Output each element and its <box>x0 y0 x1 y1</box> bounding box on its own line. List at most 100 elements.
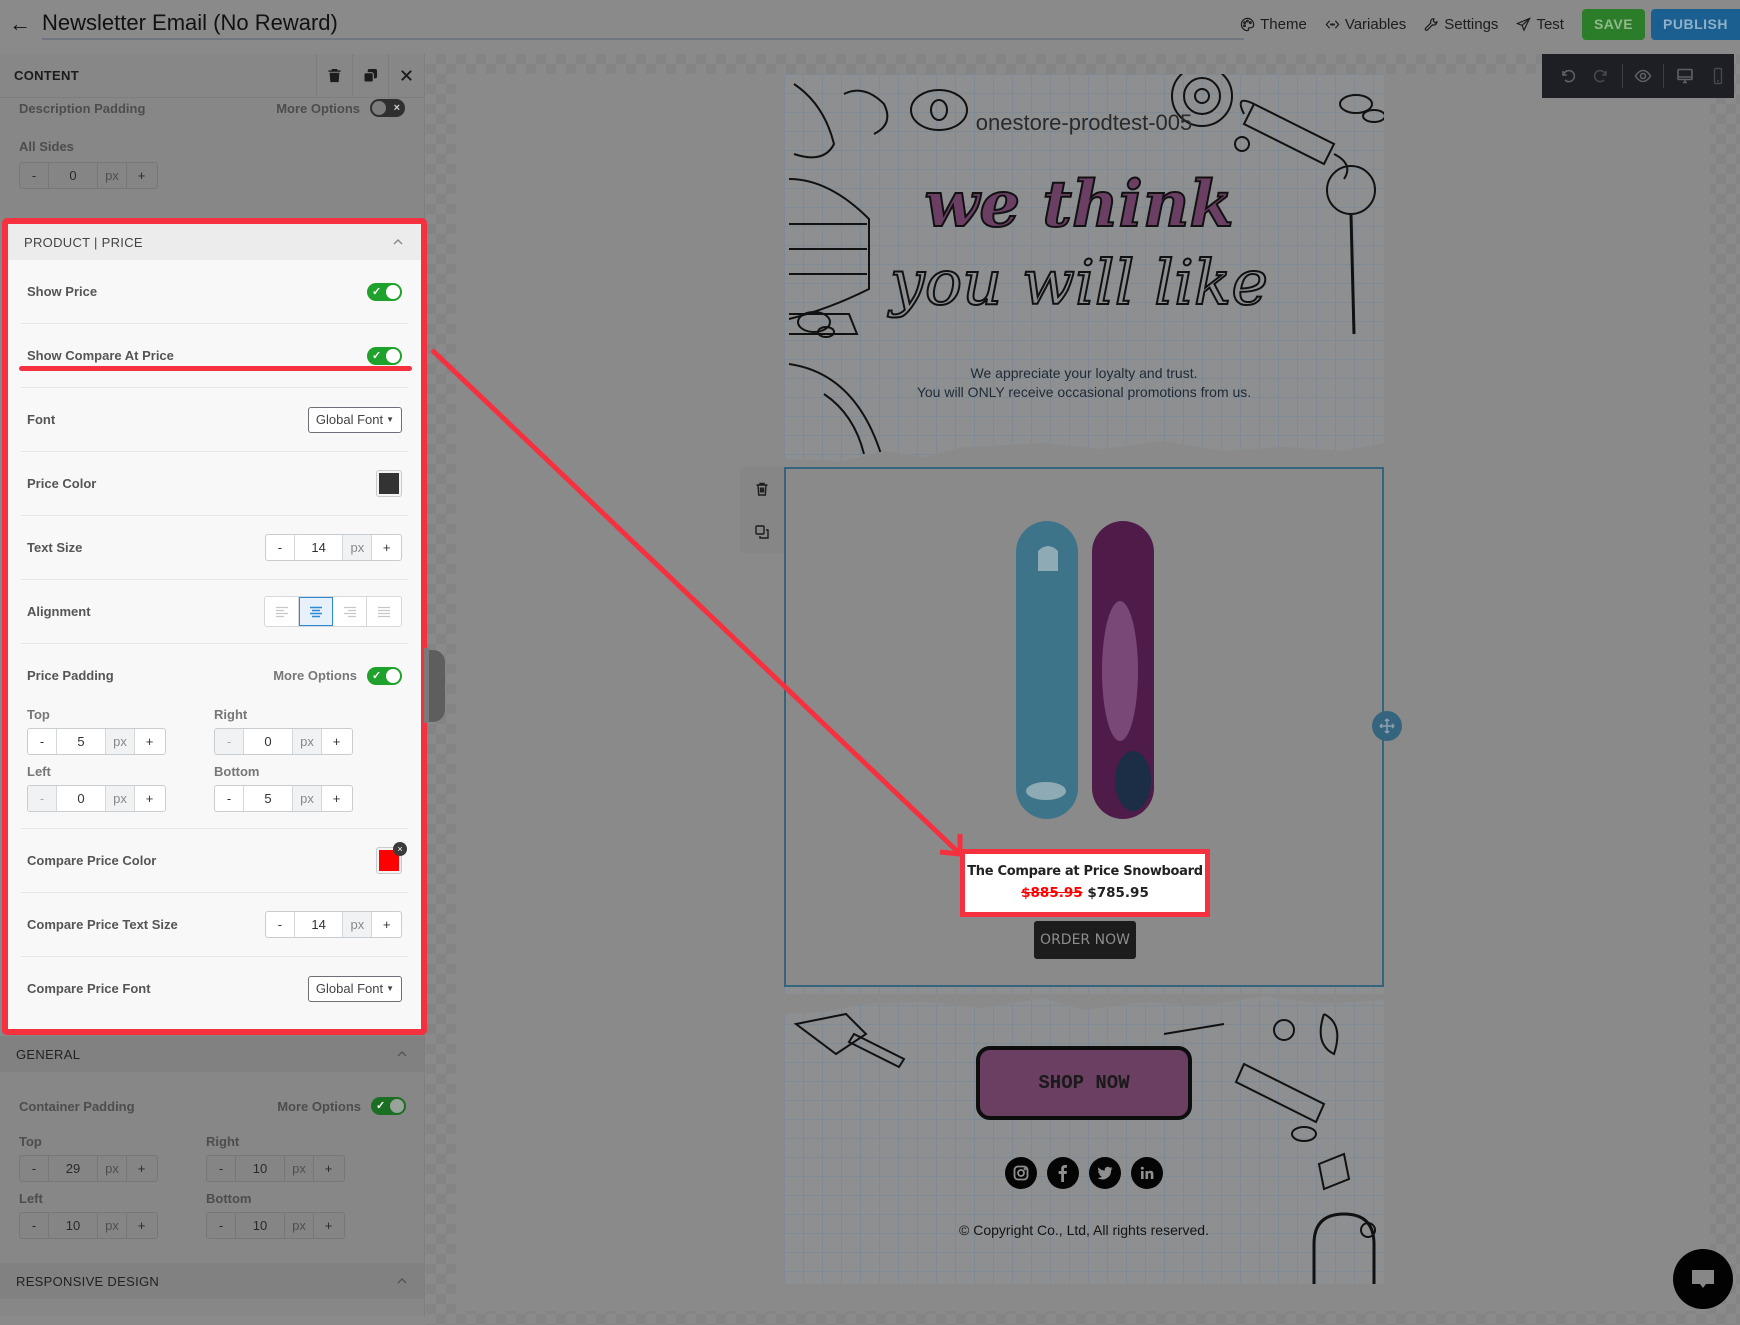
increment-button[interactable]: + <box>322 786 351 811</box>
shop-now-button[interactable]: SHOP NOW <box>976 1046 1192 1120</box>
general-section: GENERAL Container Padding More Options ✓… <box>0 1036 424 1299</box>
chevron-up-icon[interactable] <box>395 1047 409 1061</box>
test-link[interactable]: Test <box>1516 16 1564 33</box>
unit-label: px <box>285 1156 314 1181</box>
increment-button[interactable]: + <box>127 1156 156 1181</box>
appreciation-line-1: We appreciate your loyalty and trust. <box>970 365 1198 381</box>
price-color-row: Price Color <box>8 452 421 515</box>
show-price-toggle[interactable]: ✓ <box>367 282 402 301</box>
product-price-section-header[interactable]: PRODUCT | PRICE <box>8 224 421 260</box>
twitter-icon[interactable] <box>1089 1157 1121 1189</box>
duplicate-icon <box>755 524 769 539</box>
increment-button[interactable]: + <box>314 1213 343 1238</box>
facebook-icon[interactable] <box>1047 1157 1079 1189</box>
text-size-decrement[interactable]: - <box>266 535 295 560</box>
font-dropdown[interactable]: Global Font ▼ <box>307 406 402 433</box>
instagram-icon[interactable] <box>1005 1157 1037 1189</box>
right-label: Right <box>206 1134 240 1149</box>
linkedin-glyph <box>1140 1166 1154 1179</box>
container-left-input[interactable]: 10 <box>49 1213 98 1238</box>
product-block[interactable]: The Compare at Price Snowboard $885.95 $… <box>784 467 1384 987</box>
responsive-section-header[interactable]: RESPONSIVE DESIGN <box>0 1263 424 1299</box>
price-padding-more-options-toggle[interactable]: ✓ <box>367 666 402 685</box>
increment-button[interactable]: + <box>322 729 351 754</box>
redo-icon <box>1594 69 1608 83</box>
align-right-button[interactable] <box>333 597 367 626</box>
delete-block-button[interactable] <box>740 467 784 510</box>
redo-button[interactable] <box>1585 54 1618 98</box>
variables-link[interactable]: Variables <box>1325 16 1406 33</box>
compare-size-input[interactable]: 14 <box>295 912 344 937</box>
price-top-input[interactable]: 5 <box>57 729 106 754</box>
text-size-input[interactable]: 14 <box>295 535 344 560</box>
decrement-button[interactable]: - <box>20 1156 49 1181</box>
decrement-button[interactable]: - <box>207 1156 236 1181</box>
panel-close-button[interactable] <box>388 54 424 98</box>
decrement-button[interactable]: - <box>207 1213 236 1238</box>
price-left-input[interactable]: 0 <box>57 786 106 811</box>
order-now-button[interactable]: ORDER NOW <box>1034 921 1136 959</box>
email-title[interactable]: Newsletter Email (No Reward) <box>42 8 1244 40</box>
align-center-button[interactable] <box>299 597 333 626</box>
theme-link[interactable]: Theme <box>1240 16 1307 33</box>
duplicate-block-button[interactable] <box>740 510 784 553</box>
container-bottom-input[interactable]: 10 <box>236 1213 285 1238</box>
panel-scrollbar[interactable] <box>424 648 429 723</box>
chat-icon <box>1692 1270 1714 1288</box>
text-size-label: Text Size <box>27 540 83 555</box>
increment-button[interactable]: + <box>314 1156 343 1181</box>
text-size-increment[interactable]: + <box>372 535 401 560</box>
panel-duplicate-button[interactable] <box>352 54 388 98</box>
decrement-button[interactable]: - <box>215 786 244 811</box>
container-padding-left: Left - 10 px + <box>19 1191 206 1239</box>
product-price-section: PRODUCT | PRICE Show Price ✓ Show Compar… <box>2 218 427 1035</box>
price-color-swatch[interactable] <box>376 470 402 497</box>
preview-button[interactable] <box>1627 54 1660 98</box>
align-justify-button[interactable] <box>367 597 401 626</box>
compare-size-label: Compare Price Text Size <box>27 917 178 932</box>
increment-button[interactable]: + <box>127 1213 156 1238</box>
description-more-options-toggle[interactable]: × <box>370 99 405 117</box>
decrement-button[interactable]: - <box>28 729 57 754</box>
increment-button[interactable]: + <box>135 786 164 811</box>
move-handle[interactable] <box>1372 711 1402 741</box>
container-top-input[interactable]: 29 <box>49 1156 98 1181</box>
show-compare-price-toggle[interactable]: ✓ <box>367 346 402 365</box>
clear-color-icon[interactable]: × <box>393 842 407 856</box>
mobile-view-button[interactable] <box>1701 54 1734 98</box>
container-more-options-toggle[interactable]: ✓ <box>371 1097 406 1115</box>
all-sides-decrement[interactable]: - <box>20 163 49 188</box>
compare-size-decrement[interactable]: - <box>266 912 295 937</box>
publish-button[interactable]: PUBLISH <box>1651 8 1740 40</box>
panel-delete-button[interactable] <box>316 54 352 98</box>
undo-button[interactable] <box>1552 54 1585 98</box>
increment-button[interactable]: + <box>135 729 164 754</box>
linkedin-icon[interactable] <box>1131 1157 1163 1189</box>
all-sides-increment[interactable]: + <box>127 163 156 188</box>
decrement-button[interactable]: - <box>20 1213 49 1238</box>
container-right-input[interactable]: 10 <box>236 1156 285 1181</box>
torn-paper-edge-top <box>784 441 1384 469</box>
chevron-up-icon[interactable] <box>391 235 405 249</box>
chat-widget-button[interactable] <box>1673 1249 1733 1309</box>
compare-font-value: Global Font <box>315 981 384 996</box>
appreciation-line-2: You will ONLY receive occasional promoti… <box>916 384 1252 400</box>
compare-color-swatch[interactable]: × <box>376 842 407 874</box>
save-button[interactable]: SAVE <box>1581 8 1646 40</box>
decrement-button[interactable]: - <box>215 729 244 754</box>
desktop-view-button[interactable] <box>1668 54 1701 98</box>
chevron-up-icon[interactable] <box>395 1274 409 1288</box>
align-left-button[interactable] <box>265 597 299 626</box>
price-right-input[interactable]: 0 <box>244 729 293 754</box>
compare-font-dropdown[interactable]: Global Font ▼ <box>307 975 402 1002</box>
undo-icon <box>1562 69 1576 83</box>
decrement-button[interactable]: - <box>28 786 57 811</box>
variables-label: Variables <box>1344 15 1407 33</box>
all-sides-stepper: - 0 px + <box>19 162 158 189</box>
price-bottom-input[interactable]: 5 <box>244 786 293 811</box>
settings-link[interactable]: Settings <box>1424 16 1498 33</box>
back-arrow-icon[interactable]: ← <box>6 10 34 38</box>
general-section-header[interactable]: GENERAL <box>0 1036 424 1072</box>
compare-size-increment[interactable]: + <box>372 912 401 937</box>
all-sides-input[interactable]: 0 <box>49 163 98 188</box>
